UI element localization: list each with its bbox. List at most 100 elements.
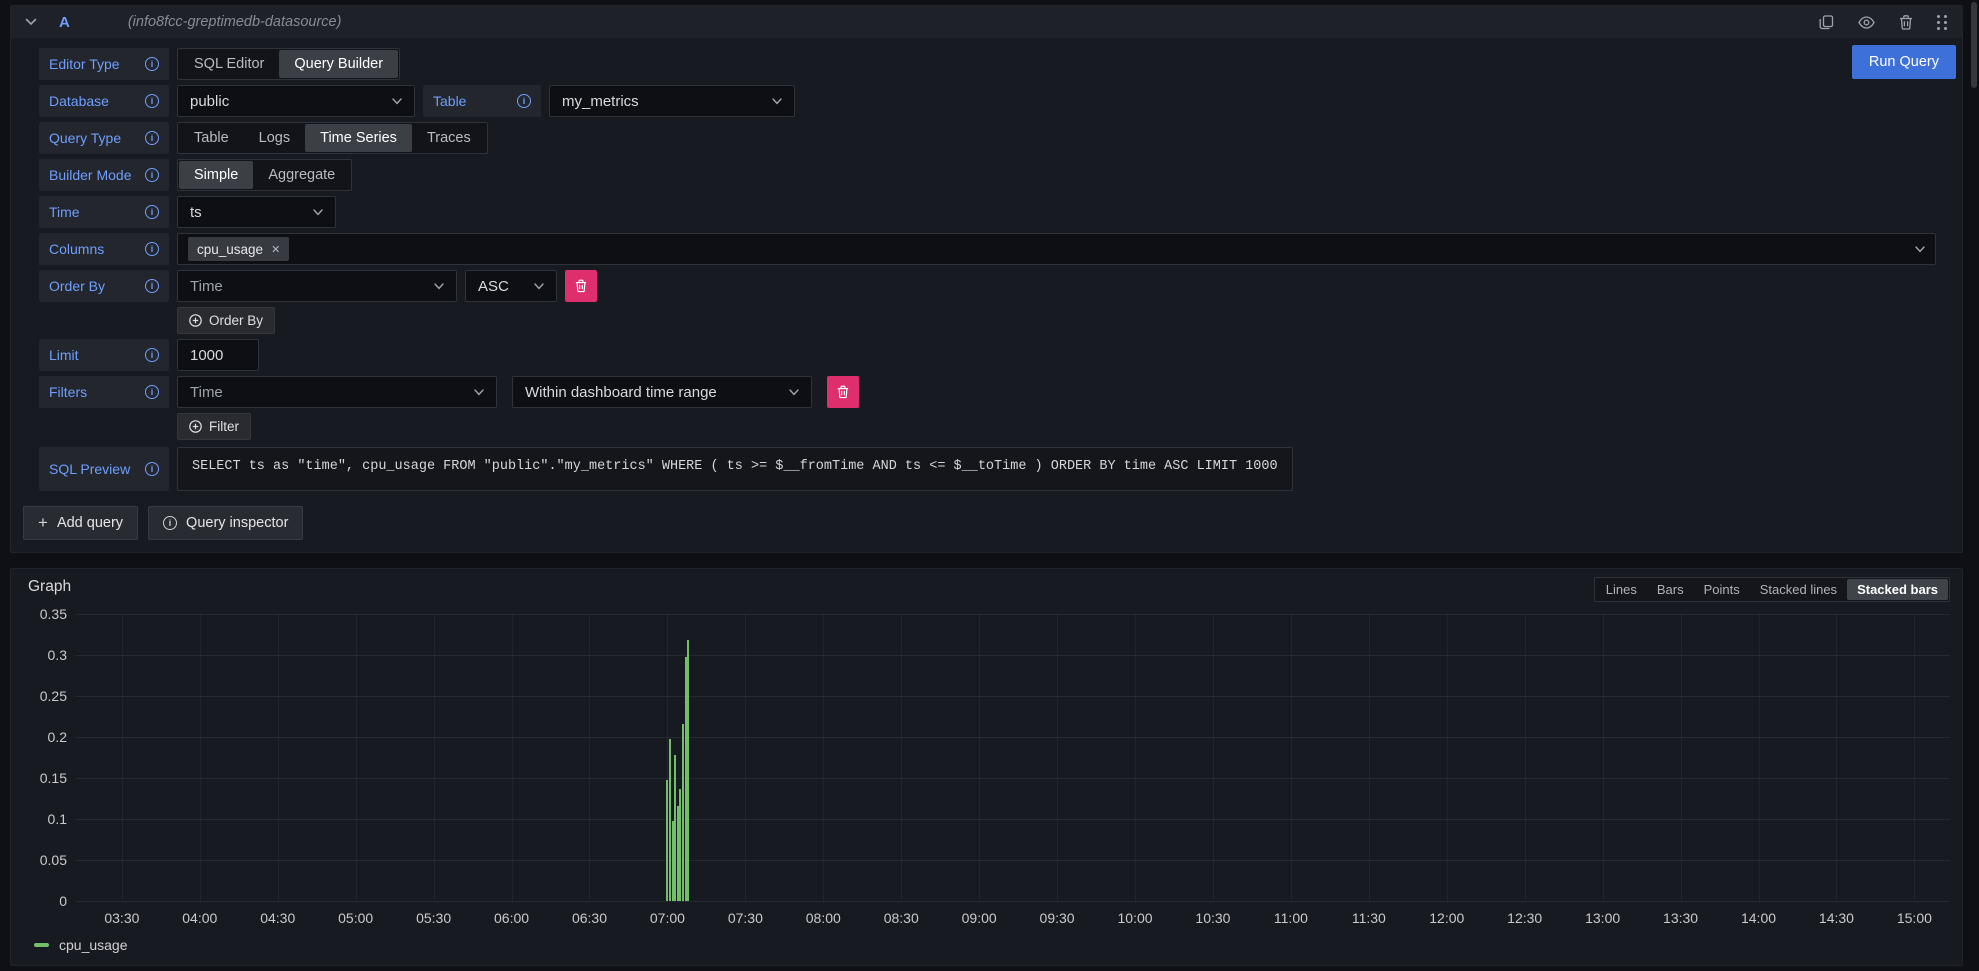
option-time-series[interactable]: Time Series xyxy=(305,124,412,152)
limit-input[interactable] xyxy=(177,339,259,371)
x-gridline xyxy=(1603,614,1604,901)
run-query-button[interactable]: Run Query xyxy=(1852,45,1956,79)
column-chip[interactable]: cpu_usage ✕ xyxy=(188,237,289,261)
option-aggregate[interactable]: Aggregate xyxy=(253,161,350,189)
x-gridline xyxy=(589,614,590,901)
option-simple[interactable]: Simple xyxy=(179,161,253,189)
x-tick-label: 11:30 xyxy=(1352,910,1386,926)
x-gridline xyxy=(1759,614,1760,901)
remove-filter-button[interactable] xyxy=(827,376,859,408)
columns-multiselect[interactable]: cpu_usage ✕ xyxy=(177,233,1936,265)
info-icon[interactable]: i xyxy=(145,385,159,399)
collapse-chevron-icon[interactable] xyxy=(25,18,37,26)
mode-lines[interactable]: Lines xyxy=(1596,579,1647,600)
order-direction-select[interactable]: ASC xyxy=(465,270,557,302)
x-tick-label: 05:00 xyxy=(338,910,373,926)
select-chevron-icon xyxy=(789,389,799,396)
builder-mode-group: Simple Aggregate xyxy=(177,159,352,191)
x-tick-label: 11:00 xyxy=(1274,910,1308,926)
x-tick-label: 10:30 xyxy=(1195,910,1230,926)
x-gridline xyxy=(1135,614,1136,901)
chart: 00.050.10.150.20.250.30.35 03:3004:0004:… xyxy=(23,608,1950,931)
time-select[interactable]: ts xyxy=(177,196,336,228)
query-editor-panel: A (info8fcc-greptimedb-datasource) Edito… xyxy=(10,5,1963,553)
info-icon[interactable]: i xyxy=(517,94,531,108)
x-tick-label: 03:30 xyxy=(104,910,139,926)
mode-stacked-bars[interactable]: Stacked bars xyxy=(1847,579,1948,600)
query-type-group: Table Logs Time Series Traces xyxy=(177,122,488,154)
info-icon[interactable]: i xyxy=(145,348,159,362)
info-icon[interactable]: i xyxy=(145,131,159,145)
plus-icon: + xyxy=(38,513,48,533)
y-tick-label: 0.05 xyxy=(40,852,67,868)
legend-item[interactable]: cpu_usage xyxy=(23,931,128,953)
select-chevron-icon xyxy=(1915,246,1925,253)
x-tick-label: 08:00 xyxy=(806,910,841,926)
remove-order-by-button[interactable] xyxy=(565,270,597,302)
legend-label: cpu_usage xyxy=(59,937,128,953)
database-select[interactable]: public xyxy=(177,85,415,117)
chip-close-icon[interactable]: ✕ xyxy=(271,243,280,256)
query-header[interactable]: A (info8fcc-greptimedb-datasource) xyxy=(11,6,1962,38)
x-gridline xyxy=(1836,614,1837,901)
mode-stacked-lines[interactable]: Stacked lines xyxy=(1750,579,1847,600)
info-icon[interactable]: i xyxy=(145,94,159,108)
x-gridline xyxy=(745,614,746,901)
x-tick-label: 08:30 xyxy=(884,910,919,926)
x-gridline xyxy=(278,614,279,901)
x-axis-labels: 03:3004:0004:3005:0005:3006:0006:3007:00… xyxy=(75,901,1950,931)
drag-handle-icon[interactable] xyxy=(1937,15,1948,30)
order-by-field-select[interactable]: Time xyxy=(177,270,457,302)
mode-points[interactable]: Points xyxy=(1694,579,1750,600)
circle-plus-icon xyxy=(189,314,202,327)
bar-cpu_usage-07:08 xyxy=(687,640,689,901)
info-icon[interactable]: i xyxy=(145,168,159,182)
x-gridline xyxy=(434,614,435,901)
sql-preview-box: SELECT ts as "time", cpu_usage FROM "pub… xyxy=(177,447,1293,491)
eye-icon[interactable] xyxy=(1858,16,1875,29)
x-gridline xyxy=(1681,614,1682,901)
option-sql-editor[interactable]: SQL Editor xyxy=(179,50,279,78)
x-tick-label: 14:00 xyxy=(1741,910,1776,926)
scrollbar-thumb[interactable] xyxy=(1971,2,1977,88)
x-tick-label: 04:30 xyxy=(260,910,295,926)
filter-condition-select[interactable]: Within dashboard time range xyxy=(512,376,812,408)
trash-icon[interactable] xyxy=(1899,15,1913,30)
x-tick-label: 13:00 xyxy=(1585,910,1620,926)
x-gridline xyxy=(901,614,902,901)
table-select[interactable]: my_metrics xyxy=(549,85,795,117)
circle-plus-icon xyxy=(189,420,202,433)
query-inspector-button[interactable]: i Query inspector xyxy=(148,506,303,540)
info-icon[interactable]: i xyxy=(145,279,159,293)
info-icon[interactable]: i xyxy=(145,242,159,256)
datasource-name: (info8fcc-greptimedb-datasource) xyxy=(128,14,342,30)
info-icon[interactable]: i xyxy=(145,57,159,71)
plot-area[interactable] xyxy=(75,608,1950,901)
select-chevron-icon xyxy=(772,98,782,105)
filter-field-select[interactable]: Time xyxy=(177,376,497,408)
add-order-by-button[interactable]: Order By xyxy=(177,307,275,334)
mode-bars[interactable]: Bars xyxy=(1647,579,1694,600)
x-tick-label: 10:00 xyxy=(1117,910,1152,926)
option-traces[interactable]: Traces xyxy=(412,124,486,152)
y-tick-label: 0.15 xyxy=(40,770,67,786)
option-table[interactable]: Table xyxy=(179,124,244,152)
x-tick-label: 09:00 xyxy=(962,910,997,926)
x-gridline xyxy=(1291,614,1292,901)
field-label-builder-mode: Builder Mode i xyxy=(39,159,169,191)
add-filter-button[interactable]: Filter xyxy=(177,413,251,440)
add-query-button[interactable]: + Add query xyxy=(23,506,138,540)
y-tick-label: 0.2 xyxy=(48,729,67,745)
x-gridline xyxy=(1369,614,1370,901)
y-tick-label: 0.35 xyxy=(40,606,67,622)
option-query-builder[interactable]: Query Builder xyxy=(279,50,398,78)
graph-panel: Graph Lines Bars Points Stacked lines St… xyxy=(10,568,1963,966)
duplicate-icon[interactable] xyxy=(1819,15,1834,30)
legend-swatch xyxy=(34,943,49,947)
option-logs[interactable]: Logs xyxy=(244,124,305,152)
info-icon[interactable]: i xyxy=(145,205,159,219)
x-tick-label: 07:30 xyxy=(728,910,763,926)
select-chevron-icon xyxy=(313,209,323,216)
info-icon[interactable]: i xyxy=(145,462,159,476)
x-tick-label: 13:30 xyxy=(1663,910,1698,926)
